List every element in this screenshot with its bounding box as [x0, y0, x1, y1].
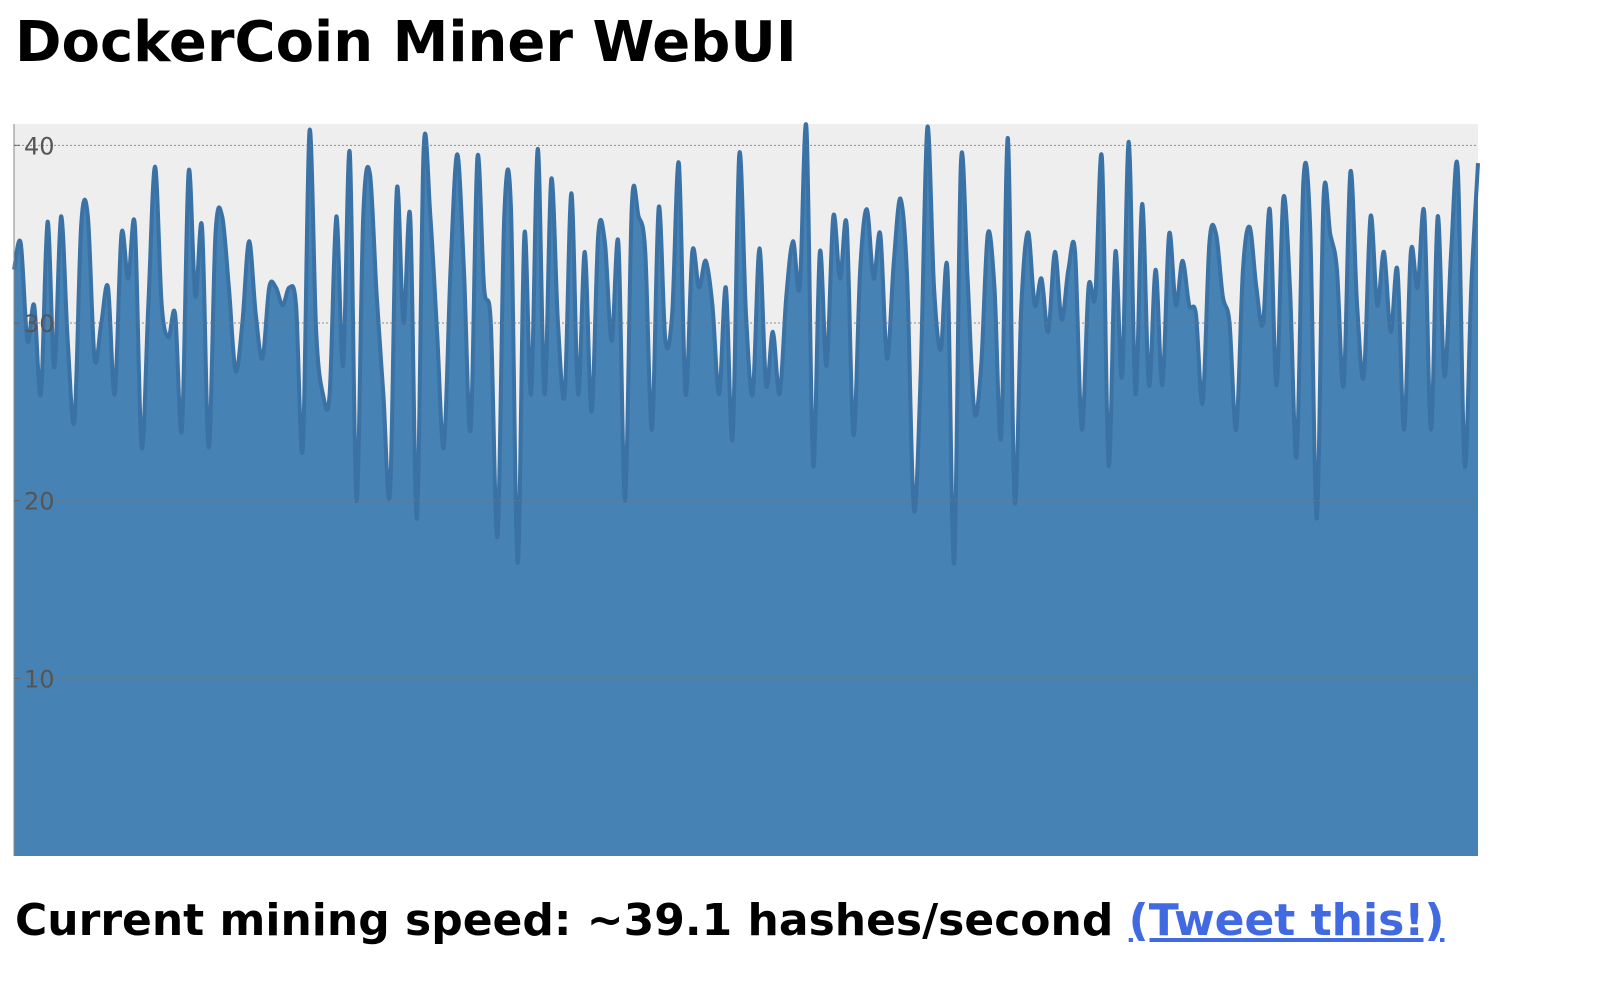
speed-unit: hashes/second [732, 895, 1129, 946]
y-tick-label-30: 30 [24, 310, 55, 338]
hash-rate-chart-svg: 10 20 30 40 [12, 122, 1480, 857]
tweet-this-link[interactable]: (Tweet this!) [1129, 895, 1445, 946]
speed-value: ~39.1 [586, 895, 733, 946]
hash-rate-chart: 10 20 30 40 [0, 120, 1606, 870]
mining-speed-text: Current mining speed: ~39.1 hashes/secon… [15, 895, 1444, 948]
y-tick-label-40: 40 [24, 132, 55, 160]
speed-prefix: Current mining speed: [15, 895, 587, 946]
y-tick-label-10: 10 [24, 665, 55, 693]
page-title: DockerCoin Miner WebUI [15, 10, 797, 75]
y-tick-label-20: 20 [24, 488, 55, 516]
